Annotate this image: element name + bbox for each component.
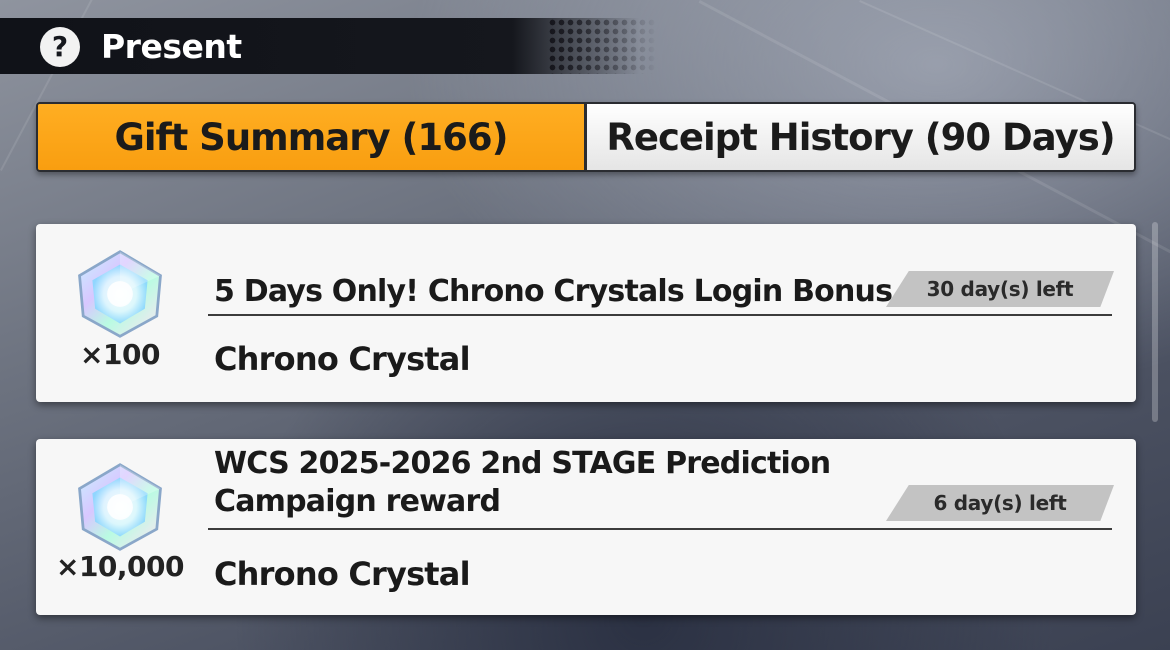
tab-gift-summary[interactable]: Gift Summary (166): [38, 104, 587, 170]
gift-title-line: Campaign reward: [214, 484, 501, 519]
gift-title-line: 5 Days Only! Chrono Crystals Login Bonus: [214, 274, 893, 309]
tab-bar: Gift Summary (166) Receipt History (90 D…: [36, 102, 1136, 172]
gift-quantity: ×100: [80, 338, 160, 371]
gift-title-line: WCS 2025-2026 2nd STAGE Prediction: [214, 446, 831, 481]
scrollbar[interactable]: [1152, 222, 1158, 422]
header-halftone: [548, 18, 658, 74]
divider: [208, 314, 1112, 316]
gift-card[interactable]: ×10,000 WCS 2025-2026 2nd STAGE Predicti…: [36, 439, 1136, 615]
gift-item-name: Chrono Crystal: [214, 555, 471, 593]
gift-quantity: ×10,000: [55, 550, 185, 583]
chrono-crystal-icon: [78, 463, 162, 551]
gift-title: WCS 2025-2026 2nd STAGE Prediction Campa…: [214, 445, 831, 521]
tab-receipt-history[interactable]: Receipt History (90 Days): [587, 104, 1134, 170]
gift-card[interactable]: ×100 5 Days Only! Chrono Crystals Login …: [36, 224, 1136, 402]
page-title: Present: [101, 27, 242, 66]
divider: [208, 528, 1112, 530]
expiry-badge: 6 day(s) left: [886, 485, 1114, 521]
chrono-crystal-icon: [78, 250, 162, 338]
header-bar: [0, 18, 640, 74]
gift-item-name: Chrono Crystal: [214, 340, 471, 378]
gift-title: 5 Days Only! Chrono Crystals Login Bonus: [214, 273, 893, 311]
question-mark-icon[interactable]: ?: [40, 27, 80, 67]
expiry-badge: 30 day(s) left: [886, 271, 1114, 307]
